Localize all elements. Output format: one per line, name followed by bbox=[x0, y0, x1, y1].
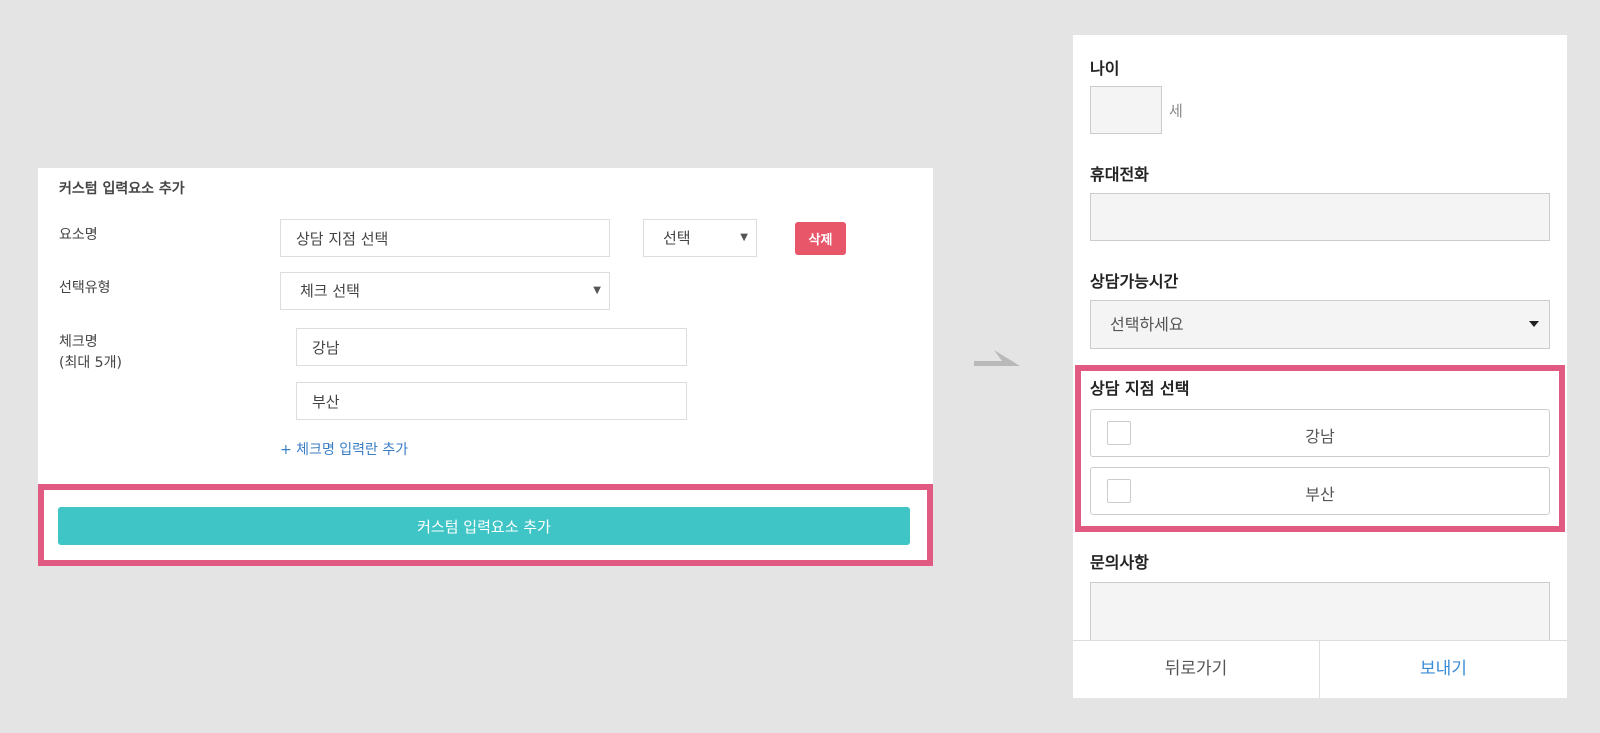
inquiry-label: 문의사항 bbox=[1090, 553, 1149, 572]
time-select[interactable]: 선택하세요 bbox=[1090, 300, 1550, 349]
check-name-sublabel: (최대 5개) bbox=[59, 355, 122, 371]
element-name-label: 요소명 bbox=[59, 227, 98, 243]
select-type-label: 선택유형 bbox=[59, 280, 111, 296]
age-input[interactable] bbox=[1090, 86, 1162, 134]
check-name-label: 체크명 bbox=[59, 334, 98, 350]
phone-label: 휴대전화 bbox=[1090, 165, 1149, 184]
add-custom-input-button[interactable]: 커스텀 입력요소 추가 bbox=[58, 507, 910, 545]
check-name-input[interactable] bbox=[296, 328, 687, 366]
chevron-down-icon: ▼ bbox=[740, 232, 748, 243]
select-type-select[interactable]: 체크 선택 ▼ bbox=[280, 272, 610, 310]
check-name-input[interactable] bbox=[296, 382, 687, 420]
element-name-input[interactable] bbox=[280, 219, 610, 257]
preview-footer: 뒤로가기 보내기 bbox=[1073, 640, 1567, 698]
age-label: 나이 bbox=[1090, 59, 1120, 78]
send-button[interactable]: 보내기 bbox=[1320, 641, 1567, 698]
select-type-value: 체크 선택 bbox=[300, 282, 360, 300]
age-unit: 세 bbox=[1169, 102, 1183, 120]
custom-input-editor: 커스텀 입력요소 추가 요소명 선택 ▼ 삭제 선택유형 체크 선택 ▼ 체크명… bbox=[38, 168, 933, 566]
caret-down-icon bbox=[1529, 321, 1539, 327]
time-label: 상담가능시간 bbox=[1090, 272, 1179, 291]
back-button[interactable]: 뒤로가기 bbox=[1073, 641, 1320, 698]
phone-input[interactable] bbox=[1090, 193, 1550, 241]
time-select-placeholder: 선택하세요 bbox=[1110, 315, 1184, 334]
delete-button[interactable]: 삭제 bbox=[795, 222, 846, 255]
editor-title: 커스텀 입력요소 추가 bbox=[59, 181, 185, 197]
chevron-down-icon: ▼ bbox=[593, 285, 601, 296]
highlight-frame bbox=[1075, 365, 1565, 532]
arrow-right-icon bbox=[974, 350, 1020, 366]
element-type-select[interactable]: 선택 ▼ bbox=[643, 219, 757, 257]
add-check-name-link[interactable]: + 체크명 입력란 추가 bbox=[280, 439, 408, 459]
element-type-value: 선택 bbox=[663, 229, 691, 247]
